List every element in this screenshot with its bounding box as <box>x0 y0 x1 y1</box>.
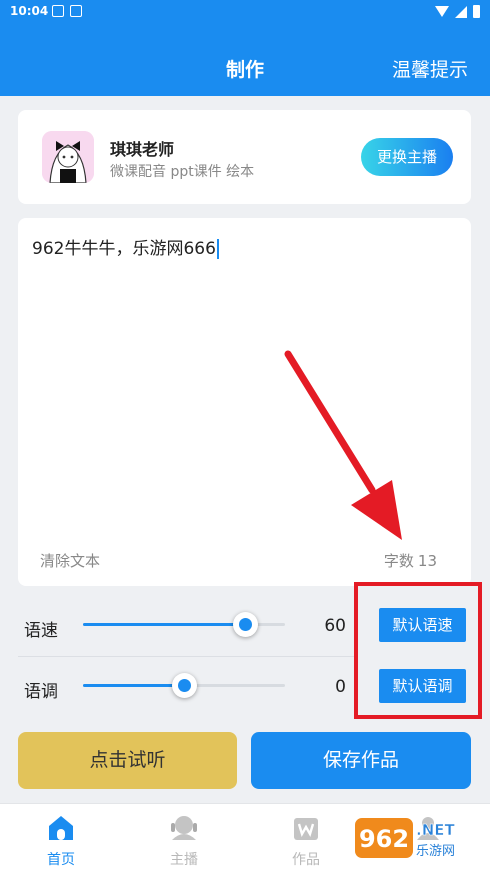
save-work-button[interactable]: 保存作品 <box>251 732 471 789</box>
tab-home-label: 首页 <box>47 852 75 868</box>
svg-text:乐游网: 乐游网 <box>416 844 455 859</box>
tab-anchor[interactable]: 主播 <box>134 804 234 871</box>
listen-button[interactable]: 点击试听 <box>18 732 237 789</box>
tab-works[interactable]: 作品 <box>256 804 356 871</box>
svg-text:.NET: .NET <box>416 821 455 839</box>
home-icon <box>49 816 73 840</box>
tab-home[interactable]: 首页 <box>11 804 111 871</box>
works-icon <box>294 818 318 840</box>
headset-icon <box>171 816 197 840</box>
svg-text:962: 962 <box>359 825 409 853</box>
tab-anchor-label: 主播 <box>170 852 198 868</box>
site-watermark-logo: 962 .NET 乐游网 <box>353 816 456 860</box>
tab-works-label: 作品 <box>292 852 320 868</box>
